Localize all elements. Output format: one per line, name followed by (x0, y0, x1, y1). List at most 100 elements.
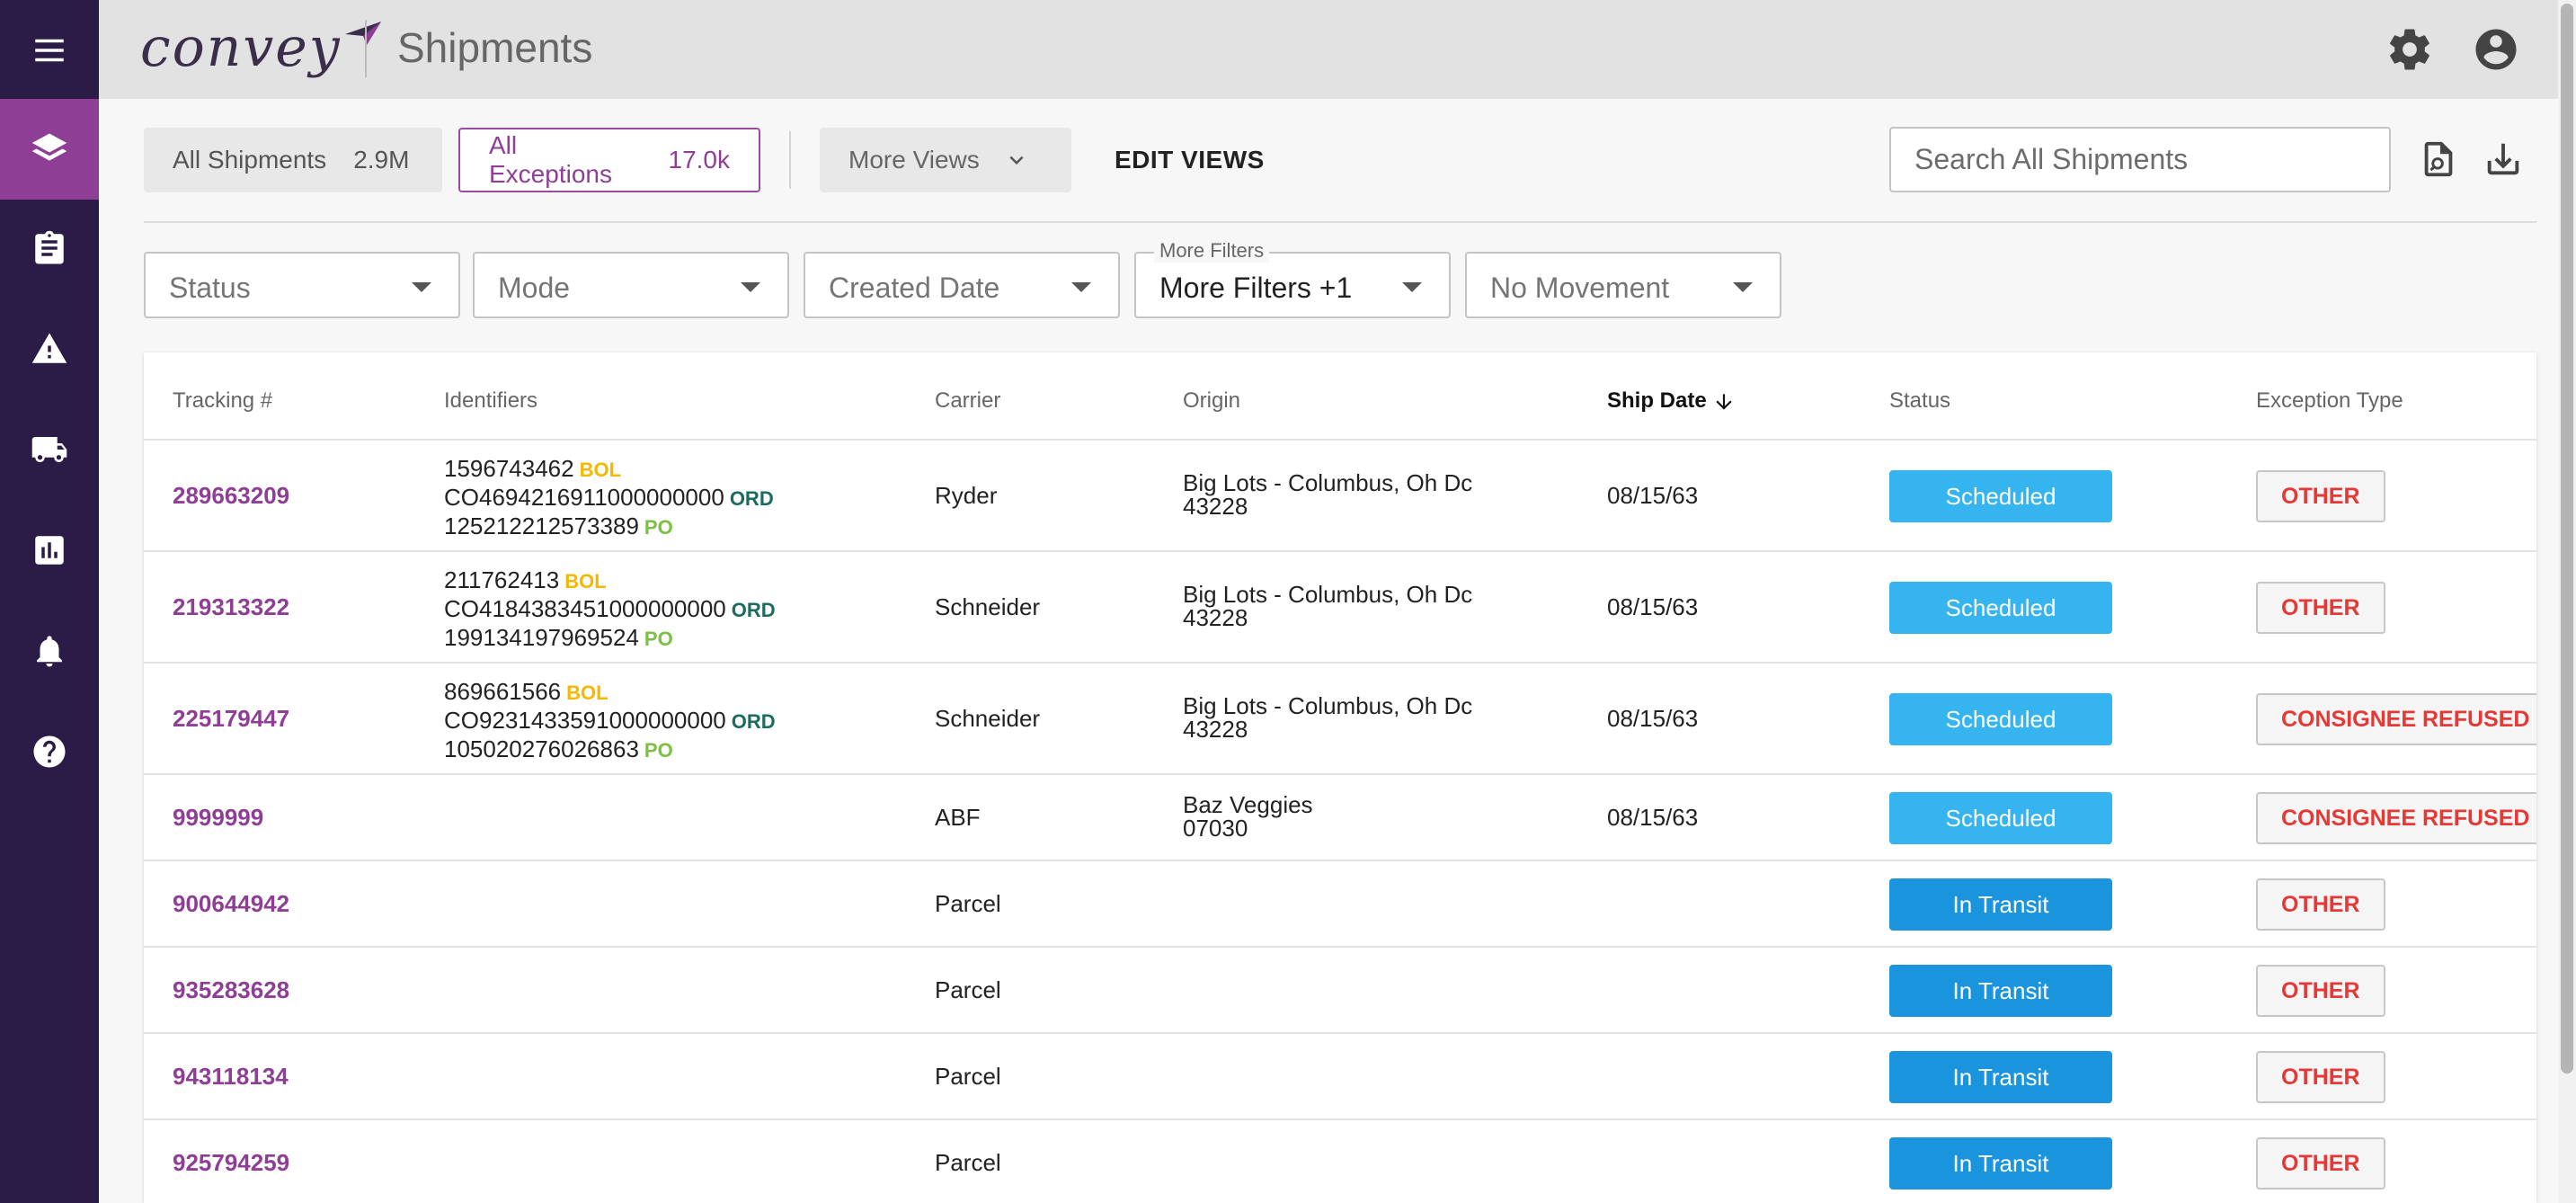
search-input[interactable] (1889, 127, 2391, 192)
status-badge: In Transit (1889, 965, 2112, 1017)
sidebar-item-tasks[interactable] (0, 198, 99, 299)
ord-tag: ORD (729, 487, 774, 510)
origin-name: Baz Veggies (1183, 791, 1313, 818)
tracking-number-link[interactable]: 900644942 (173, 890, 289, 918)
column-header-carrier[interactable]: Carrier (935, 388, 1000, 414)
caret-down-icon (741, 282, 760, 292)
tracking-number-link[interactable]: 935283628 (173, 976, 289, 1004)
table-row[interactable]: 289663209 1596743462 BOL CO46942169110000… (144, 441, 2536, 552)
tracking-number-link[interactable]: 225179447 (173, 705, 289, 733)
origin-zip: 07030 (1183, 815, 1248, 842)
column-header-origin[interactable]: Origin (1183, 388, 1240, 414)
exception-type-badge[interactable]: OTHER (2256, 965, 2385, 1017)
sidebar-item-carriers[interactable] (0, 399, 99, 500)
sidebar-item-exceptions[interactable] (0, 299, 99, 399)
help-icon (33, 735, 66, 768)
caret-down-icon (1071, 282, 1091, 292)
column-header-status[interactable]: Status (1889, 388, 1950, 414)
view-tab-count: 17.0k (668, 146, 731, 174)
sidebar-item-help[interactable] (0, 701, 99, 802)
tracking-number-link[interactable]: 9999999 (173, 804, 263, 832)
table-row[interactable]: 225179447 869661566 BOL CO923143359100000… (144, 664, 2536, 775)
ship-date-cell: 08/15/63 (1607, 593, 1699, 620)
tracking-number-link[interactable]: 289663209 (173, 482, 289, 510)
table-row[interactable]: 935283628 Parcel In Transit OTHER (144, 948, 2536, 1034)
menu-button[interactable] (0, 0, 99, 101)
table-row[interactable]: 925794259 Parcel In Transit OTHER (144, 1120, 2536, 1203)
warning-icon (31, 333, 67, 363)
column-header-identifiers[interactable]: Identifiers (444, 388, 537, 414)
document-search-icon (2424, 141, 2453, 177)
exception-type-badge[interactable]: OTHER (2256, 470, 2385, 522)
tracking-number-link[interactable]: 219313322 (173, 593, 289, 621)
edit-views-button[interactable]: EDIT VIEWS (1115, 146, 1265, 174)
table-row[interactable]: 943118134 Parcel In Transit OTHER (144, 1034, 2536, 1120)
settings-button[interactable] (2385, 25, 2434, 74)
sidebar-item-notifications[interactable] (0, 601, 99, 701)
bell-icon (37, 636, 62, 667)
sidebar (0, 0, 99, 1203)
more-filters-select[interactable]: More Filters More Filters +1 (1134, 239, 1451, 318)
exception-type-badge[interactable]: CONSIGNEE REFUSED (2256, 792, 2536, 844)
sidebar-item-shipments[interactable] (0, 99, 99, 200)
column-header-ship-date[interactable]: Ship Date (1607, 388, 1736, 414)
header-divider (365, 20, 367, 77)
po-tag: PO (644, 739, 673, 762)
origin-zip: 43228 (1183, 716, 1248, 743)
tracking-number-link[interactable]: 925794259 (173, 1149, 289, 1177)
status-badge: In Transit (1889, 1137, 2112, 1190)
column-header-ship-date-label: Ship Date (1607, 388, 1707, 413)
account-button[interactable] (2472, 25, 2520, 74)
page-scrollbar-thumb[interactable] (2561, 4, 2573, 1074)
tracking-number-link[interactable]: 943118134 (173, 1063, 289, 1091)
more-views-label: More Views (848, 146, 980, 174)
status-filter[interactable]: Status (144, 252, 460, 318)
ship-date-cell: 08/15/63 (1607, 804, 1699, 831)
exception-type-badge[interactable]: OTHER (2256, 1137, 2385, 1190)
exception-type-badge[interactable]: OTHER (2256, 1051, 2385, 1103)
view-tab-label: All Exceptions (489, 131, 612, 188)
exception-type-badge[interactable]: OTHER (2256, 878, 2385, 931)
carrier-cell: Parcel (935, 1063, 1001, 1090)
created-date-filter[interactable]: Created Date (804, 252, 1120, 318)
chevron-down-icon (1009, 156, 1024, 165)
view-tab-all-shipments[interactable]: All Shipments 2.9M (144, 128, 442, 192)
download-button[interactable] (2483, 138, 2524, 180)
column-header-tracking[interactable]: Tracking # (173, 388, 272, 414)
table-row[interactable]: 900644942 Parcel In Transit OTHER (144, 861, 2536, 948)
exception-type-badge[interactable]: CONSIGNEE REFUSED (2256, 693, 2536, 745)
identifiers-cell: 1596743462 BOL CO4694216911000000000 ORD 1… (444, 455, 774, 541)
mode-filter[interactable]: Mode (473, 252, 789, 318)
status-badge: Scheduled (1889, 792, 2112, 844)
more-views-dropdown[interactable]: More Views (820, 128, 1071, 192)
table-row[interactable]: 219313322 211762413 BOL CO418438345100000… (144, 552, 2536, 664)
po-number: 199134197969524 (444, 624, 639, 651)
account-circle-icon (2475, 29, 2517, 70)
bol-tag: BOL (566, 682, 608, 704)
no-movement-filter[interactable]: No Movement (1465, 252, 1781, 318)
origin-zip: 43228 (1183, 604, 1248, 631)
exception-type-badge[interactable]: OTHER (2256, 582, 2385, 634)
origin-name: Big Lots - Columbus, Oh Dc (1183, 692, 1473, 719)
saved-search-button[interactable] (2418, 138, 2459, 180)
status-filter-label: Status (169, 272, 251, 304)
origin-cell: Big Lots - Columbus, Oh Dc 43228 (1183, 583, 1472, 629)
ship-date-cell: 08/15/63 (1607, 482, 1699, 509)
table-row[interactable]: 9999999 ABF Baz Veggies 07030 08/15/63 Sc… (144, 775, 2536, 861)
sidebar-item-reports[interactable] (0, 500, 99, 601)
view-tab-all-exceptions[interactable]: All Exceptions 17.0k (458, 128, 760, 192)
no-movement-filter-label: No Movement (1490, 272, 1670, 304)
caret-down-icon (412, 282, 431, 292)
created-date-filter-label: Created Date (829, 272, 1000, 304)
bol-number: 869661566 (444, 678, 562, 705)
bol-tag: BOL (579, 459, 622, 481)
po-number: 125212212573389 (444, 512, 639, 539)
carrier-cell: Parcel (935, 976, 1001, 1003)
ord-number: CO4184383451000000000 (444, 595, 726, 622)
page-title: Shipments (397, 24, 593, 71)
layers-icon (31, 133, 67, 161)
ord-tag: ORD (731, 599, 776, 621)
column-header-exception-type[interactable]: Exception Type (2256, 388, 2403, 414)
view-tab-count: 2.9M (353, 146, 410, 174)
status-badge: Scheduled (1889, 470, 2112, 522)
